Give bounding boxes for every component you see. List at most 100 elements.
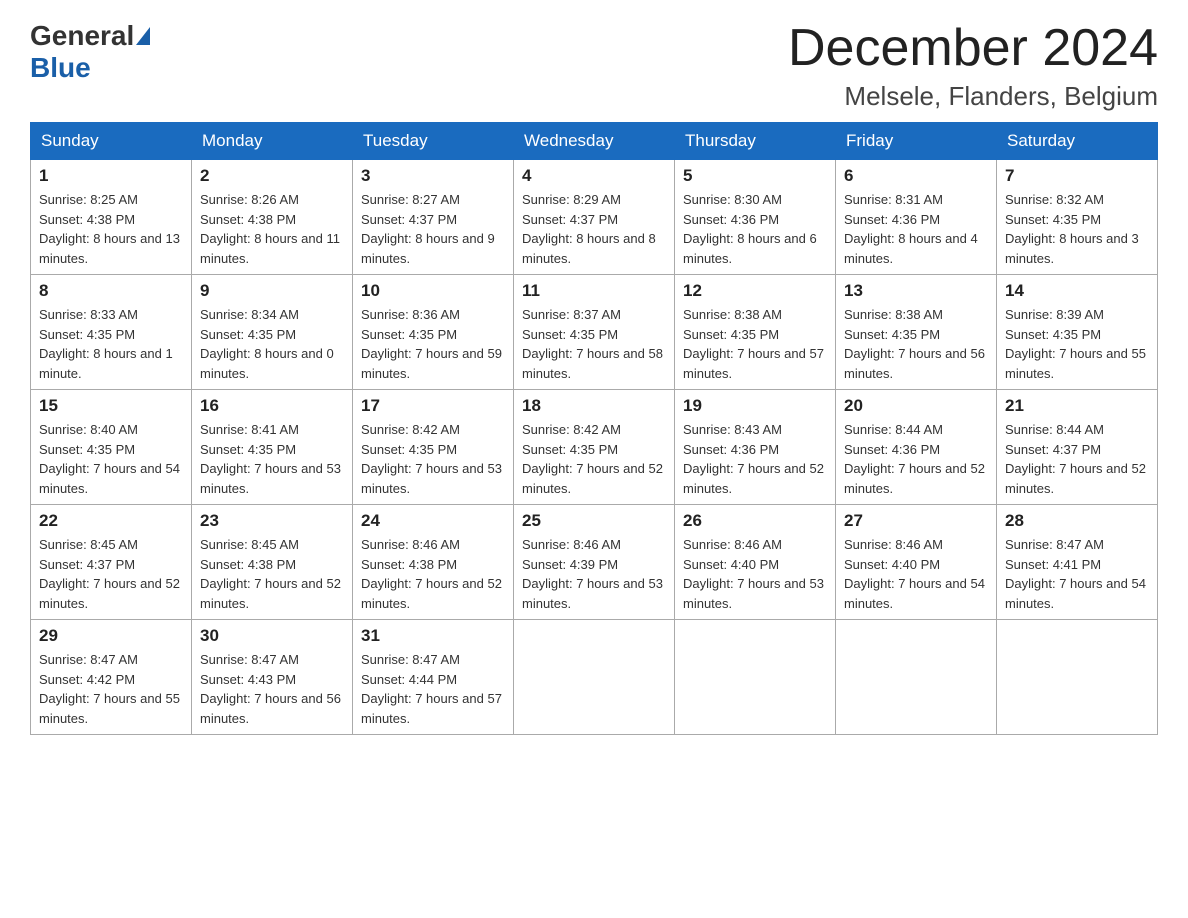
calendar-cell: 20 Sunrise: 8:44 AMSunset: 4:36 PMDayligh… [836,390,997,505]
calendar-week-row: 8 Sunrise: 8:33 AMSunset: 4:35 PMDaylight… [31,275,1158,390]
day-number: 20 [844,396,988,416]
calendar-cell: 15 Sunrise: 8:40 AMSunset: 4:35 PMDayligh… [31,390,192,505]
day-number: 18 [522,396,666,416]
calendar-table: SundayMondayTuesdayWednesdayThursdayFrid… [30,122,1158,735]
calendar-cell: 11 Sunrise: 8:37 AMSunset: 4:35 PMDayligh… [514,275,675,390]
logo-triangle-icon [136,27,150,45]
day-number: 3 [361,166,505,186]
day-info: Sunrise: 8:45 AMSunset: 4:38 PMDaylight:… [200,535,344,613]
calendar-cell: 2 Sunrise: 8:26 AMSunset: 4:38 PMDaylight… [192,160,353,275]
calendar-cell: 26 Sunrise: 8:46 AMSunset: 4:40 PMDayligh… [675,505,836,620]
weekday-header-monday: Monday [192,123,353,160]
day-number: 10 [361,281,505,301]
day-info: Sunrise: 8:33 AMSunset: 4:35 PMDaylight:… [39,305,183,383]
calendar-cell: 28Sunrise: 8:47 AMSunset: 4:41 PMDayligh… [997,505,1158,620]
day-number: 15 [39,396,183,416]
day-info: Sunrise: 8:46 AMSunset: 4:39 PMDaylight:… [522,535,666,613]
day-info: Sunrise: 8:25 AMSunset: 4:38 PMDaylight:… [39,190,183,268]
weekday-header-tuesday: Tuesday [353,123,514,160]
calendar-cell [997,620,1158,735]
day-number: 14 [1005,281,1149,301]
day-info: Sunrise: 8:44 AMSunset: 4:36 PMDaylight:… [844,420,988,498]
month-title: December 2024 [788,20,1158,77]
page-header: General Blue December 2024 Melsele, Flan… [30,20,1158,112]
calendar-cell: 16 Sunrise: 8:41 AMSunset: 4:35 PMDayligh… [192,390,353,505]
day-info: Sunrise: 8:26 AMSunset: 4:38 PMDaylight:… [200,190,344,268]
calendar-cell: 19Sunrise: 8:43 AMSunset: 4:36 PMDayligh… [675,390,836,505]
calendar-cell: 4 Sunrise: 8:29 AMSunset: 4:37 PMDaylight… [514,160,675,275]
calendar-cell: 27 Sunrise: 8:46 AMSunset: 4:40 PMDayligh… [836,505,997,620]
calendar-cell: 10 Sunrise: 8:36 AMSunset: 4:35 PMDayligh… [353,275,514,390]
day-info: Sunrise: 8:38 AMSunset: 4:35 PMDaylight:… [683,305,827,383]
calendar-cell: 1 Sunrise: 8:25 AMSunset: 4:38 PMDaylight… [31,160,192,275]
logo-blue-text: Blue [30,52,91,84]
day-number: 25 [522,511,666,531]
calendar-cell: 8 Sunrise: 8:33 AMSunset: 4:35 PMDaylight… [31,275,192,390]
calendar-cell: 9Sunrise: 8:34 AMSunset: 4:35 PMDaylight… [192,275,353,390]
day-number: 22 [39,511,183,531]
day-number: 27 [844,511,988,531]
day-number: 31 [361,626,505,646]
day-info: Sunrise: 8:32 AMSunset: 4:35 PMDaylight:… [1005,190,1149,268]
day-info: Sunrise: 8:46 AMSunset: 4:40 PMDaylight:… [683,535,827,613]
weekday-header-saturday: Saturday [997,123,1158,160]
day-number: 17 [361,396,505,416]
calendar-week-row: 29Sunrise: 8:47 AMSunset: 4:42 PMDayligh… [31,620,1158,735]
weekday-header-row: SundayMondayTuesdayWednesdayThursdayFrid… [31,123,1158,160]
calendar-cell: 12 Sunrise: 8:38 AMSunset: 4:35 PMDayligh… [675,275,836,390]
weekday-header-wednesday: Wednesday [514,123,675,160]
day-number: 7 [1005,166,1149,186]
day-info: Sunrise: 8:36 AMSunset: 4:35 PMDaylight:… [361,305,505,383]
day-info: Sunrise: 8:38 AMSunset: 4:35 PMDaylight:… [844,305,988,383]
weekday-header-friday: Friday [836,123,997,160]
day-info: Sunrise: 8:43 AMSunset: 4:36 PMDaylight:… [683,420,827,498]
day-info: Sunrise: 8:30 AMSunset: 4:36 PMDaylight:… [683,190,827,268]
logo: General Blue [30,20,152,84]
day-info: Sunrise: 8:29 AMSunset: 4:37 PMDaylight:… [522,190,666,268]
day-info: Sunrise: 8:41 AMSunset: 4:35 PMDaylight:… [200,420,344,498]
day-number: 28 [1005,511,1149,531]
day-number: 24 [361,511,505,531]
day-number: 16 [200,396,344,416]
day-number: 12 [683,281,827,301]
day-info: Sunrise: 8:40 AMSunset: 4:35 PMDaylight:… [39,420,183,498]
day-number: 8 [39,281,183,301]
day-info: Sunrise: 8:47 AMSunset: 4:42 PMDaylight:… [39,650,183,728]
calendar-week-row: 1 Sunrise: 8:25 AMSunset: 4:38 PMDaylight… [31,160,1158,275]
calendar-cell: 14Sunrise: 8:39 AMSunset: 4:35 PMDayligh… [997,275,1158,390]
calendar-week-row: 22Sunrise: 8:45 AMSunset: 4:37 PMDayligh… [31,505,1158,620]
day-info: Sunrise: 8:42 AMSunset: 4:35 PMDaylight:… [361,420,505,498]
day-info: Sunrise: 8:44 AMSunset: 4:37 PMDaylight:… [1005,420,1149,498]
day-info: Sunrise: 8:37 AMSunset: 4:35 PMDaylight:… [522,305,666,383]
day-info: Sunrise: 8:47 AMSunset: 4:43 PMDaylight:… [200,650,344,728]
day-number: 6 [844,166,988,186]
weekday-header-thursday: Thursday [675,123,836,160]
calendar-cell: 31Sunrise: 8:47 AMSunset: 4:44 PMDayligh… [353,620,514,735]
calendar-cell: 18Sunrise: 8:42 AMSunset: 4:35 PMDayligh… [514,390,675,505]
day-info: Sunrise: 8:27 AMSunset: 4:37 PMDaylight:… [361,190,505,268]
day-info: Sunrise: 8:46 AMSunset: 4:38 PMDaylight:… [361,535,505,613]
day-number: 23 [200,511,344,531]
calendar-cell: 21Sunrise: 8:44 AMSunset: 4:37 PMDayligh… [997,390,1158,505]
calendar-cell: 25 Sunrise: 8:46 AMSunset: 4:39 PMDayligh… [514,505,675,620]
calendar-cell [836,620,997,735]
weekday-header-sunday: Sunday [31,123,192,160]
day-number: 4 [522,166,666,186]
day-number: 11 [522,281,666,301]
calendar-cell [514,620,675,735]
calendar-cell: 6 Sunrise: 8:31 AMSunset: 4:36 PMDaylight… [836,160,997,275]
calendar-cell [675,620,836,735]
day-info: Sunrise: 8:31 AMSunset: 4:36 PMDaylight:… [844,190,988,268]
day-info: Sunrise: 8:46 AMSunset: 4:40 PMDaylight:… [844,535,988,613]
day-info: Sunrise: 8:34 AMSunset: 4:35 PMDaylight:… [200,305,344,383]
day-number: 5 [683,166,827,186]
calendar-cell: 23 Sunrise: 8:45 AMSunset: 4:38 PMDayligh… [192,505,353,620]
day-number: 2 [200,166,344,186]
calendar-week-row: 15 Sunrise: 8:40 AMSunset: 4:35 PMDayligh… [31,390,1158,505]
day-number: 26 [683,511,827,531]
calendar-cell: 22Sunrise: 8:45 AMSunset: 4:37 PMDayligh… [31,505,192,620]
title-section: December 2024 Melsele, Flanders, Belgium [788,20,1158,112]
calendar-cell: 3 Sunrise: 8:27 AMSunset: 4:37 PMDaylight… [353,160,514,275]
day-number: 1 [39,166,183,186]
day-number: 13 [844,281,988,301]
